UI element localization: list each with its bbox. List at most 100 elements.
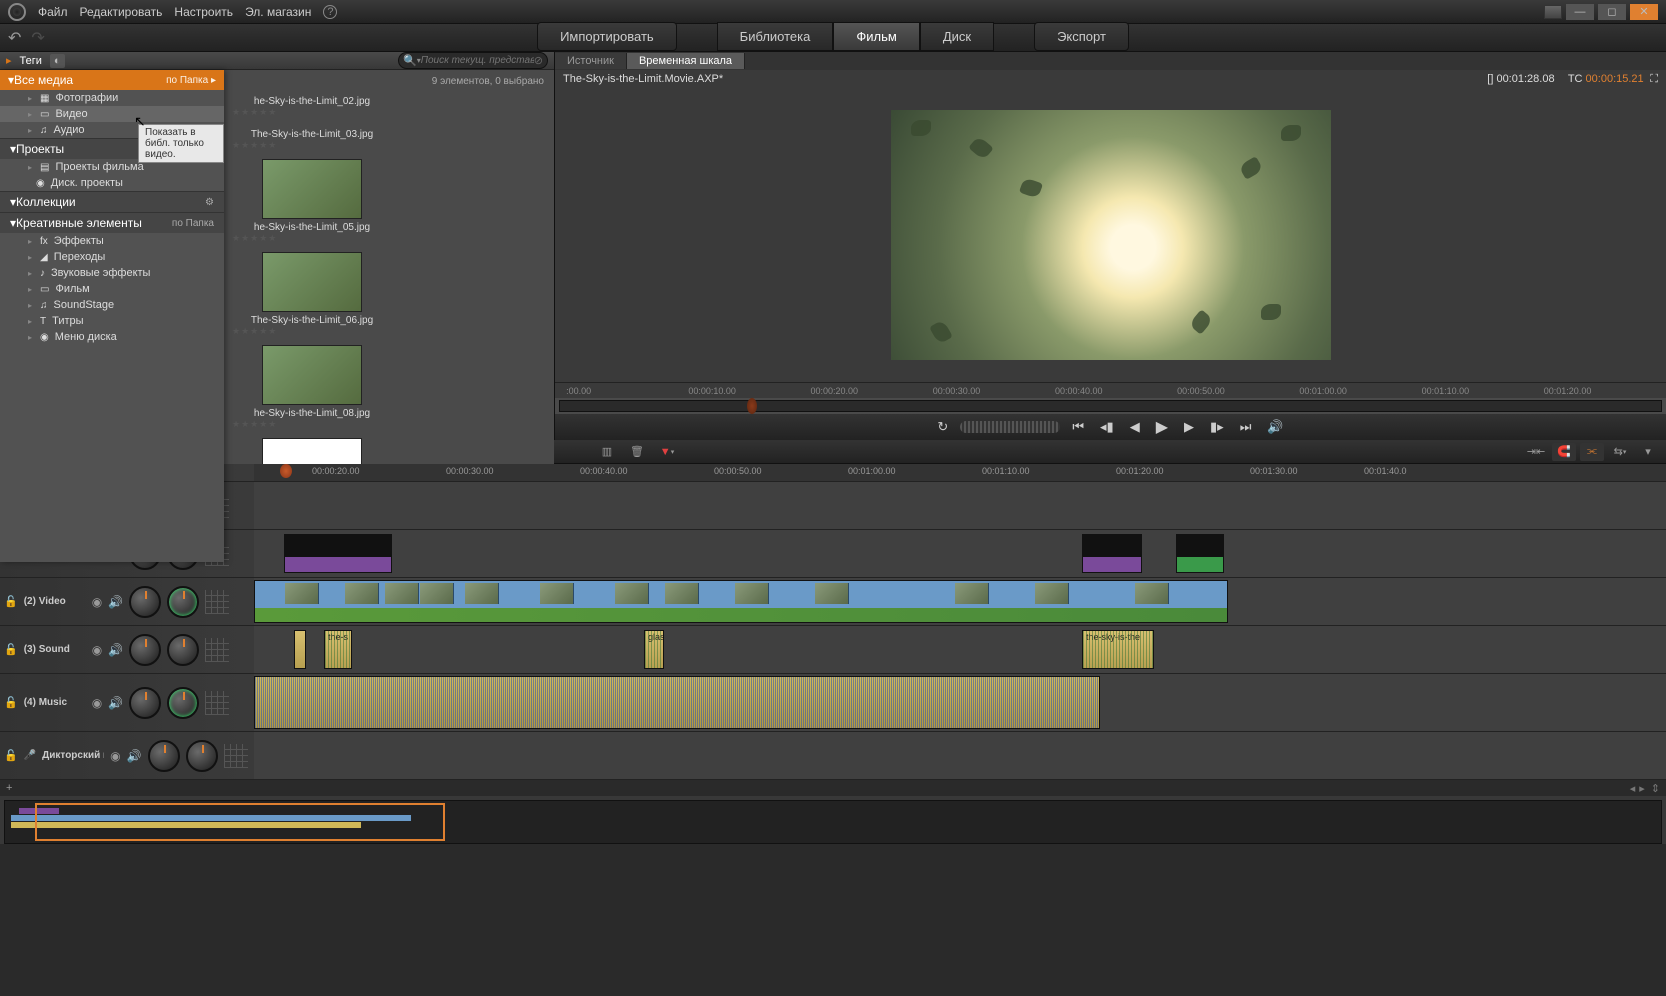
volume-icon[interactable]: 🔊 — [1263, 417, 1287, 437]
tree-sfx[interactable]: ▸♪Звуковые эффекты — [0, 265, 224, 281]
visibility-icon[interactable]: ◉ — [92, 696, 102, 710]
tree-soundstage[interactable]: ▸♫SoundStage — [0, 297, 224, 313]
add-track-icon[interactable]: + — [6, 782, 12, 794]
tree-movie[interactable]: ▸▭Фильм — [0, 281, 224, 297]
mute-icon[interactable]: 🔊 — [108, 696, 123, 710]
overview-viewport[interactable] — [35, 803, 445, 841]
lock-icon[interactable]: 🔓 — [4, 749, 18, 762]
play-icon[interactable]: ▶ — [1152, 415, 1172, 439]
tree-video[interactable]: ▸▭Видео — [0, 106, 224, 122]
search-box[interactable]: 🔍▾ ⊘ — [398, 52, 548, 69]
pan-knob[interactable] — [186, 740, 218, 772]
step-back-icon[interactable]: ◂▮ — [1096, 417, 1118, 437]
mute-icon[interactable]: 🔊 — [127, 749, 142, 763]
marker-icon[interactable]: ▼▾ — [655, 443, 679, 461]
volume-knob[interactable] — [129, 687, 161, 719]
help-icon[interactable]: ? — [323, 5, 337, 19]
menu-file[interactable]: Файл — [38, 5, 68, 19]
menu-edit[interactable]: Редактировать — [80, 5, 163, 19]
clip[interactable]: the-sky-is-the — [1082, 630, 1154, 669]
timeline-overview[interactable] — [4, 800, 1662, 844]
pan-knob[interactable] — [167, 586, 199, 618]
pin-icon[interactable]: ▸ — [6, 54, 12, 67]
tree-disc-projects[interactable]: ◉Диск. проекты — [0, 175, 224, 191]
menu-store[interactable]: Эл. магазин — [245, 5, 311, 19]
search-clear-icon[interactable]: ⊘ — [534, 54, 543, 67]
tab-import[interactable]: Импортировать — [537, 22, 677, 51]
thumb-item[interactable]: he-Sky-is-the-Limit_08.jpg★★★★★ — [232, 345, 392, 430]
tree-titles[interactable]: ▸TТитры — [0, 313, 224, 329]
tag-toggle-icon[interactable]: ◐ — [50, 54, 65, 68]
tab-library[interactable]: Библиотека — [717, 22, 834, 51]
tree-creative[interactable]: ▾ Креативные элементыпо Папка — [0, 212, 224, 233]
clip[interactable] — [284, 534, 392, 573]
minimize-button[interactable]: — — [1566, 4, 1594, 20]
clip[interactable] — [1176, 534, 1224, 573]
dropdown-icon[interactable]: ▾ — [1636, 443, 1660, 461]
tree-disc-menu[interactable]: ▸◉Меню диска — [0, 329, 224, 345]
surround-icon[interactable] — [205, 638, 229, 662]
surround-icon[interactable] — [205, 691, 229, 715]
magnet-icon[interactable]: 🧲 — [1552, 443, 1576, 461]
clip[interactable]: glas — [644, 630, 664, 669]
tab-disc[interactable]: Диск — [920, 22, 994, 51]
surround-icon[interactable] — [224, 744, 248, 768]
preview-scrubber[interactable] — [559, 400, 1662, 412]
mute-icon[interactable]: 🔊 — [108, 643, 123, 657]
volume-knob[interactable] — [148, 740, 180, 772]
preview-ruler[interactable]: :00.0000:00:10.00 00:00:20.0000:00:30.00… — [555, 382, 1666, 398]
search-input[interactable] — [421, 55, 534, 66]
play-back-icon[interactable]: ◀ — [1126, 417, 1144, 437]
thumb-item[interactable]: The-Sky-is-the-Limit_06.jpg★★★★★ — [232, 252, 392, 337]
volume-knob[interactable] — [129, 586, 161, 618]
clip[interactable] — [254, 580, 1228, 623]
jog-wheel[interactable] — [960, 421, 1060, 433]
goto-start-icon[interactable]: ⏮ — [1068, 417, 1088, 437]
link-icon[interactable]: ⫘ — [1580, 443, 1604, 461]
preview-tab-source[interactable]: Источник — [555, 53, 627, 69]
clip[interactable] — [1082, 534, 1142, 573]
clip[interactable]: the-s — [324, 630, 352, 669]
tree-all-media[interactable]: ▾ Все медиапо Папка ▸ — [0, 70, 224, 90]
scrub-knob[interactable] — [747, 398, 757, 414]
tab-export[interactable]: Экспорт — [1034, 22, 1129, 51]
volume-knob[interactable] — [129, 634, 161, 666]
lock-icon[interactable]: 🔓 — [4, 595, 18, 608]
mute-icon[interactable]: 🔊 — [108, 595, 123, 609]
scroll-right-icon[interactable]: ▸ — [1639, 782, 1645, 795]
trash-icon[interactable]: 🗑 — [625, 443, 649, 461]
razor-icon[interactable]: ▥ — [595, 443, 619, 461]
tree-photos[interactable]: ▸▦Фотографии — [0, 90, 224, 106]
preview-tab-timeline[interactable]: Временная шкала — [627, 53, 745, 69]
thumb-item[interactable]: he-Sky-is-the-Limit_02.jpg★★★★★ — [232, 93, 392, 118]
timeline-ruler[interactable]: 00:00:20.0000:00:30.00 00:00:40.0000:00:… — [254, 464, 1666, 481]
cart-icon[interactable] — [1544, 5, 1562, 19]
surround-icon[interactable] — [205, 590, 229, 614]
close-button[interactable]: ✕ — [1630, 4, 1658, 20]
thumb-item[interactable]: he-Sky-is-the-Limit_05.jpg★★★★★ — [232, 159, 392, 244]
scroll-left-icon[interactable]: ◂ — [1630, 782, 1636, 795]
maximize-button[interactable]: ◻ — [1598, 4, 1626, 20]
tab-movie[interactable]: Фильм — [833, 22, 919, 51]
snap-icon[interactable]: ⇥⇤ — [1524, 443, 1548, 461]
play-fast-icon[interactable]: ▶ — [1180, 417, 1198, 437]
expand-icon[interactable]: ⛶ — [1650, 73, 1658, 85]
tree-collections[interactable]: ▾ Коллекции⚙ — [0, 191, 224, 212]
visibility-icon[interactable]: ◉ — [92, 643, 102, 657]
menu-setup[interactable]: Настроить — [174, 5, 233, 19]
clip[interactable] — [294, 630, 306, 669]
goto-end-icon[interactable]: ⏭ — [1236, 417, 1256, 437]
clip[interactable] — [254, 676, 1100, 729]
pan-knob[interactable] — [167, 634, 199, 666]
lock-icon[interactable]: 🔓 — [4, 696, 18, 709]
loop-icon[interactable]: ↻ — [933, 417, 952, 437]
playhead[interactable] — [280, 464, 292, 478]
visibility-icon[interactable]: ◉ — [110, 749, 120, 763]
mode-icon[interactable]: ⇆▾ — [1608, 443, 1632, 461]
zoom-timeline-icon[interactable]: ⇕ — [1651, 782, 1660, 795]
lock-icon[interactable]: 🔓 — [4, 643, 18, 656]
step-fwd-icon[interactable]: ▮▸ — [1206, 417, 1228, 437]
tree-transitions[interactable]: ▸◢Переходы — [0, 249, 224, 265]
thumb-item[interactable]: The-Sky-is-the-Limit_03.jpg★★★★★ — [232, 126, 392, 151]
visibility-icon[interactable]: ◉ — [92, 595, 102, 609]
